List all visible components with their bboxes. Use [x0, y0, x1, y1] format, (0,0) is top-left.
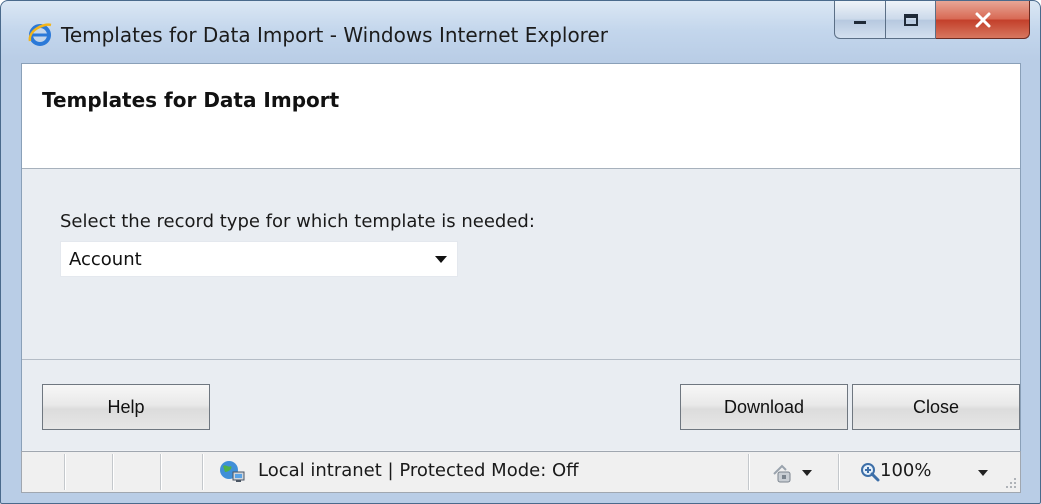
resize-grip-icon[interactable] — [1005, 477, 1017, 489]
zoom-level[interactable]: 100% — [880, 460, 931, 481]
record-type-label: Select the record type for which templat… — [60, 211, 535, 232]
chevron-down-icon[interactable] — [978, 470, 988, 476]
security-zone-text[interactable]: Local intranet | Protected Mode: Off — [258, 460, 579, 481]
browser-window: Templates for Data Import - Windows Inte… — [0, 0, 1041, 504]
title-bar[interactable]: Templates for Data Import - Windows Inte… — [1, 1, 1040, 63]
internet-explorer-icon — [28, 23, 52, 46]
status-divider — [838, 454, 839, 490]
status-divider — [64, 454, 65, 490]
status-divider — [112, 454, 113, 490]
dialog-footer: Help Download Close — [22, 359, 1020, 450]
window-title: Templates for Data Import - Windows Inte… — [61, 23, 608, 47]
status-bar: Local intranet | Protected Mode: Off 100… — [21, 451, 1021, 493]
minimize-button[interactable] — [834, 1, 886, 39]
dialog-header: Templates for Data Import — [22, 64, 1020, 169]
dialog-title: Templates for Data Import — [42, 88, 340, 112]
window-controls — [834, 1, 1030, 41]
close-button[interactable]: Close — [852, 384, 1020, 430]
chevron-down-icon[interactable] — [802, 470, 812, 476]
local-intranet-icon[interactable] — [218, 460, 246, 484]
protected-mode-icon[interactable] — [770, 462, 794, 484]
help-button[interactable]: Help — [42, 384, 210, 430]
maximize-icon — [903, 13, 918, 26]
close-icon — [975, 12, 990, 27]
download-button[interactable]: Download — [680, 384, 848, 430]
status-divider — [160, 454, 161, 490]
status-divider — [748, 454, 749, 490]
record-type-select[interactable]: Account — [60, 241, 458, 277]
window-close-button[interactable] — [936, 1, 1030, 39]
record-type-value: Account — [69, 249, 142, 270]
chevron-down-icon[interactable] — [435, 256, 447, 263]
maximize-button[interactable] — [886, 1, 936, 39]
minimize-icon — [854, 20, 866, 24]
status-divider — [202, 454, 203, 490]
dialog-body: Select the record type for which templat… — [22, 169, 1020, 359]
zoom-icon[interactable] — [860, 462, 880, 482]
dialog-content: Templates for Data Import Select the rec… — [21, 63, 1021, 473]
